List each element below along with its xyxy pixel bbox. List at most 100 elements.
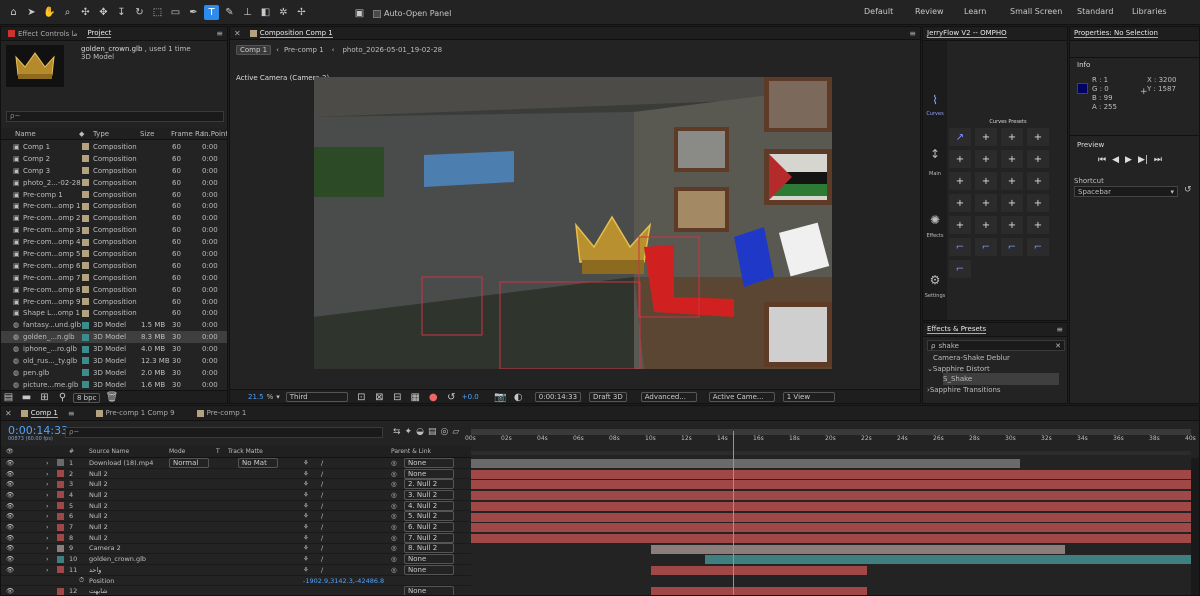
layer-bar[interactable] <box>471 459 1020 468</box>
expand-icon[interactable]: › <box>46 491 49 499</box>
layer-row[interactable]: 👁 12 شابهت None <box>1 586 471 595</box>
project-item[interactable]: ▣ Pre-com...omp 2 Composition 60 0:00 <box>1 212 227 224</box>
eye-icon[interactable]: 👁 <box>6 470 14 478</box>
project-item[interactable]: ▣ Shape L...omp 1 Composition 60 0:00 <box>1 307 227 319</box>
layer-row[interactable]: 👁 › 7 Null 2 ⚘ / ◎ 6. Null 2 <box>1 522 471 533</box>
project-item[interactable]: ▣ Pre-com...omp 9 Composition 60 0:00 <box>1 296 227 308</box>
effects-icon[interactable]: ✺ <box>925 213 945 227</box>
curve-preset-button[interactable]: + <box>1001 194 1023 212</box>
expand-icon[interactable]: › <box>46 470 49 478</box>
parent-select[interactable]: 5. Null 2 <box>404 511 454 522</box>
parent-select[interactable]: 8. Null 2 <box>404 543 454 554</box>
curve-preset-button[interactable]: + <box>1027 128 1049 146</box>
project-item[interactable]: ▣ Pre-com...omp 4 Composition 60 0:00 <box>1 236 227 248</box>
layer-row[interactable]: 👁 › 1 Download (18).mp4 Normal No Mat ⚘ / ◎ None <box>1 457 471 469</box>
eye-icon[interactable]: 👁 <box>6 459 14 467</box>
play-icon[interactable]: ▶ <box>1125 155 1132 165</box>
shy-switch-icon[interactable]: ⚘ <box>303 512 309 520</box>
col-size[interactable]: Size <box>140 130 154 138</box>
curve-preset-button[interactable]: + <box>975 216 997 234</box>
project-search-input[interactable]: ρ~ <box>6 111 224 122</box>
project-item[interactable]: ◍ fantasy...und.glb 3D Model 1.5 MB 30 0:00 <box>1 319 227 331</box>
col-track-matte[interactable]: Track Matte <box>228 448 263 455</box>
pickwhip-icon[interactable]: ◎ <box>391 459 397 467</box>
curve-preset-button[interactable]: ⌐ <box>1001 238 1023 256</box>
eye-icon[interactable]: 👁 <box>6 544 14 552</box>
timeline-tab-comp-1[interactable]: Comp 1 <box>30 409 58 418</box>
workspace-default[interactable]: Default <box>864 7 893 16</box>
hand-tool-icon[interactable]: ✋ <box>42 5 57 20</box>
draft-3d-icon[interactable]: ✦ <box>405 427 413 437</box>
layer-bar[interactable] <box>651 587 867 595</box>
project-item[interactable]: ◍ pen.glb 3D Model 2.0 MB 30 0:00 <box>1 367 227 379</box>
track-area[interactable] <box>471 458 1191 595</box>
shy-switch-icon[interactable]: ⚘ <box>303 502 309 510</box>
shy-switch-icon[interactable]: ⚘ <box>303 480 309 488</box>
pen-tool-icon[interactable]: ✒ <box>186 5 201 20</box>
camera-select[interactable]: Active Came... <box>708 392 775 402</box>
curve-preset-button[interactable]: + <box>949 194 971 212</box>
label-swatch[interactable] <box>57 587 64 595</box>
home-icon[interactable]: ⌂ <box>6 5 21 20</box>
expand-icon[interactable]: › <box>46 566 49 574</box>
puppet-pin-icon[interactable]: ✢ <box>294 5 309 20</box>
sidebar-main[interactable]: Main <box>923 171 947 177</box>
expand-icon[interactable]: › <box>46 544 49 552</box>
eye-icon[interactable]: 👁 <box>6 480 14 488</box>
pickwhip-icon[interactable]: ◎ <box>391 512 397 520</box>
sidebar-effects[interactable]: Effects <box>923 233 947 239</box>
shy-switch-icon[interactable]: ⚘ <box>303 523 309 531</box>
eye-icon[interactable]: 👁 <box>6 523 14 531</box>
pickwhip-icon[interactable]: ◎ <box>391 534 397 542</box>
sidebar-curves[interactable]: Curves <box>923 111 947 117</box>
quality-switch-icon[interactable]: / <box>321 480 323 488</box>
col-source-name[interactable]: Source Name <box>89 448 129 455</box>
workspace-learn[interactable]: Learn <box>964 7 986 16</box>
parent-select[interactable]: 6. Null 2 <box>404 522 454 533</box>
exposure-value[interactable]: +0.0 <box>462 393 479 401</box>
eye-icon[interactable]: 👁 <box>6 587 14 595</box>
expand-icon[interactable]: › <box>46 480 49 488</box>
curve-preset-button[interactable]: + <box>975 128 997 146</box>
timeline-scrollbar[interactable] <box>1191 458 1199 595</box>
project-item[interactable]: ◍ golden_...n.glb 3D Model 8.3 MB 30 0:00 <box>1 331 227 344</box>
pickwhip-icon[interactable]: ◎ <box>391 491 397 499</box>
prev-frame-icon[interactable]: ◀ <box>1112 155 1119 165</box>
curve-preset-button[interactable]: + <box>949 172 971 190</box>
jerryflow-title[interactable]: JerryFlow V2 -- OMPHO <box>927 29 1007 38</box>
curve-preset-button[interactable]: ⌐ <box>949 260 971 278</box>
effect-category[interactable]: › Sapphire Transitions <box>927 384 1001 396</box>
curve-preset-button[interactable]: + <box>1027 150 1049 168</box>
track-matte-select[interactable]: No Mat <box>238 457 278 468</box>
shy-switch-icon[interactable]: ⚘ <box>303 566 309 574</box>
last-frame-icon[interactable]: ⏭ <box>1154 155 1162 165</box>
workspace-review[interactable]: Review <box>915 7 944 16</box>
snapshot-icon[interactable]: 📷 <box>493 390 508 404</box>
eye-icon[interactable]: 👁 <box>6 502 14 510</box>
region-of-interest-icon[interactable]: ⊡ <box>354 390 369 404</box>
snap-icon[interactable]: ▣ <box>352 6 367 21</box>
view-select[interactable]: 1 View <box>782 392 835 402</box>
quality-switch-icon[interactable]: / <box>321 534 323 542</box>
eye-icon[interactable]: 👁 <box>6 566 14 574</box>
col-mode[interactable]: Mode <box>169 448 185 455</box>
layer-row[interactable]: 👁 › 3 Null 2 ⚘ / ◎ 2. Null 2 <box>1 479 471 491</box>
layer-name[interactable]: Download (18).mp4 <box>89 459 153 467</box>
layer-name[interactable]: golden_crown.glb <box>89 555 146 563</box>
curve-preset-button[interactable]: + <box>1001 172 1023 190</box>
color-channel-icon[interactable]: ● <box>426 390 441 404</box>
new-comp-icon[interactable]: ⊞ <box>37 390 52 403</box>
quality-switch-icon[interactable]: / <box>321 566 323 574</box>
layer-bar[interactable] <box>471 469 1191 479</box>
project-item[interactable]: ▣ Pre-com...omp 7 Composition 60 0:00 <box>1 272 227 284</box>
shortcut-select[interactable]: Spacebar ▾ <box>1074 186 1178 197</box>
menu-icon[interactable]: ≡ <box>216 29 223 38</box>
label-swatch[interactable] <box>57 534 64 542</box>
curve-preset-button[interactable]: + <box>1001 150 1023 168</box>
close-icon[interactable]: ✕ <box>234 29 241 38</box>
pan-tool-icon[interactable]: ✥ <box>96 5 111 20</box>
label-swatch[interactable] <box>57 512 64 520</box>
rotate-tool-icon[interactable]: ↻ <box>132 5 147 20</box>
layer-bar[interactable] <box>471 491 1191 501</box>
layer-bar[interactable] <box>471 512 1191 522</box>
